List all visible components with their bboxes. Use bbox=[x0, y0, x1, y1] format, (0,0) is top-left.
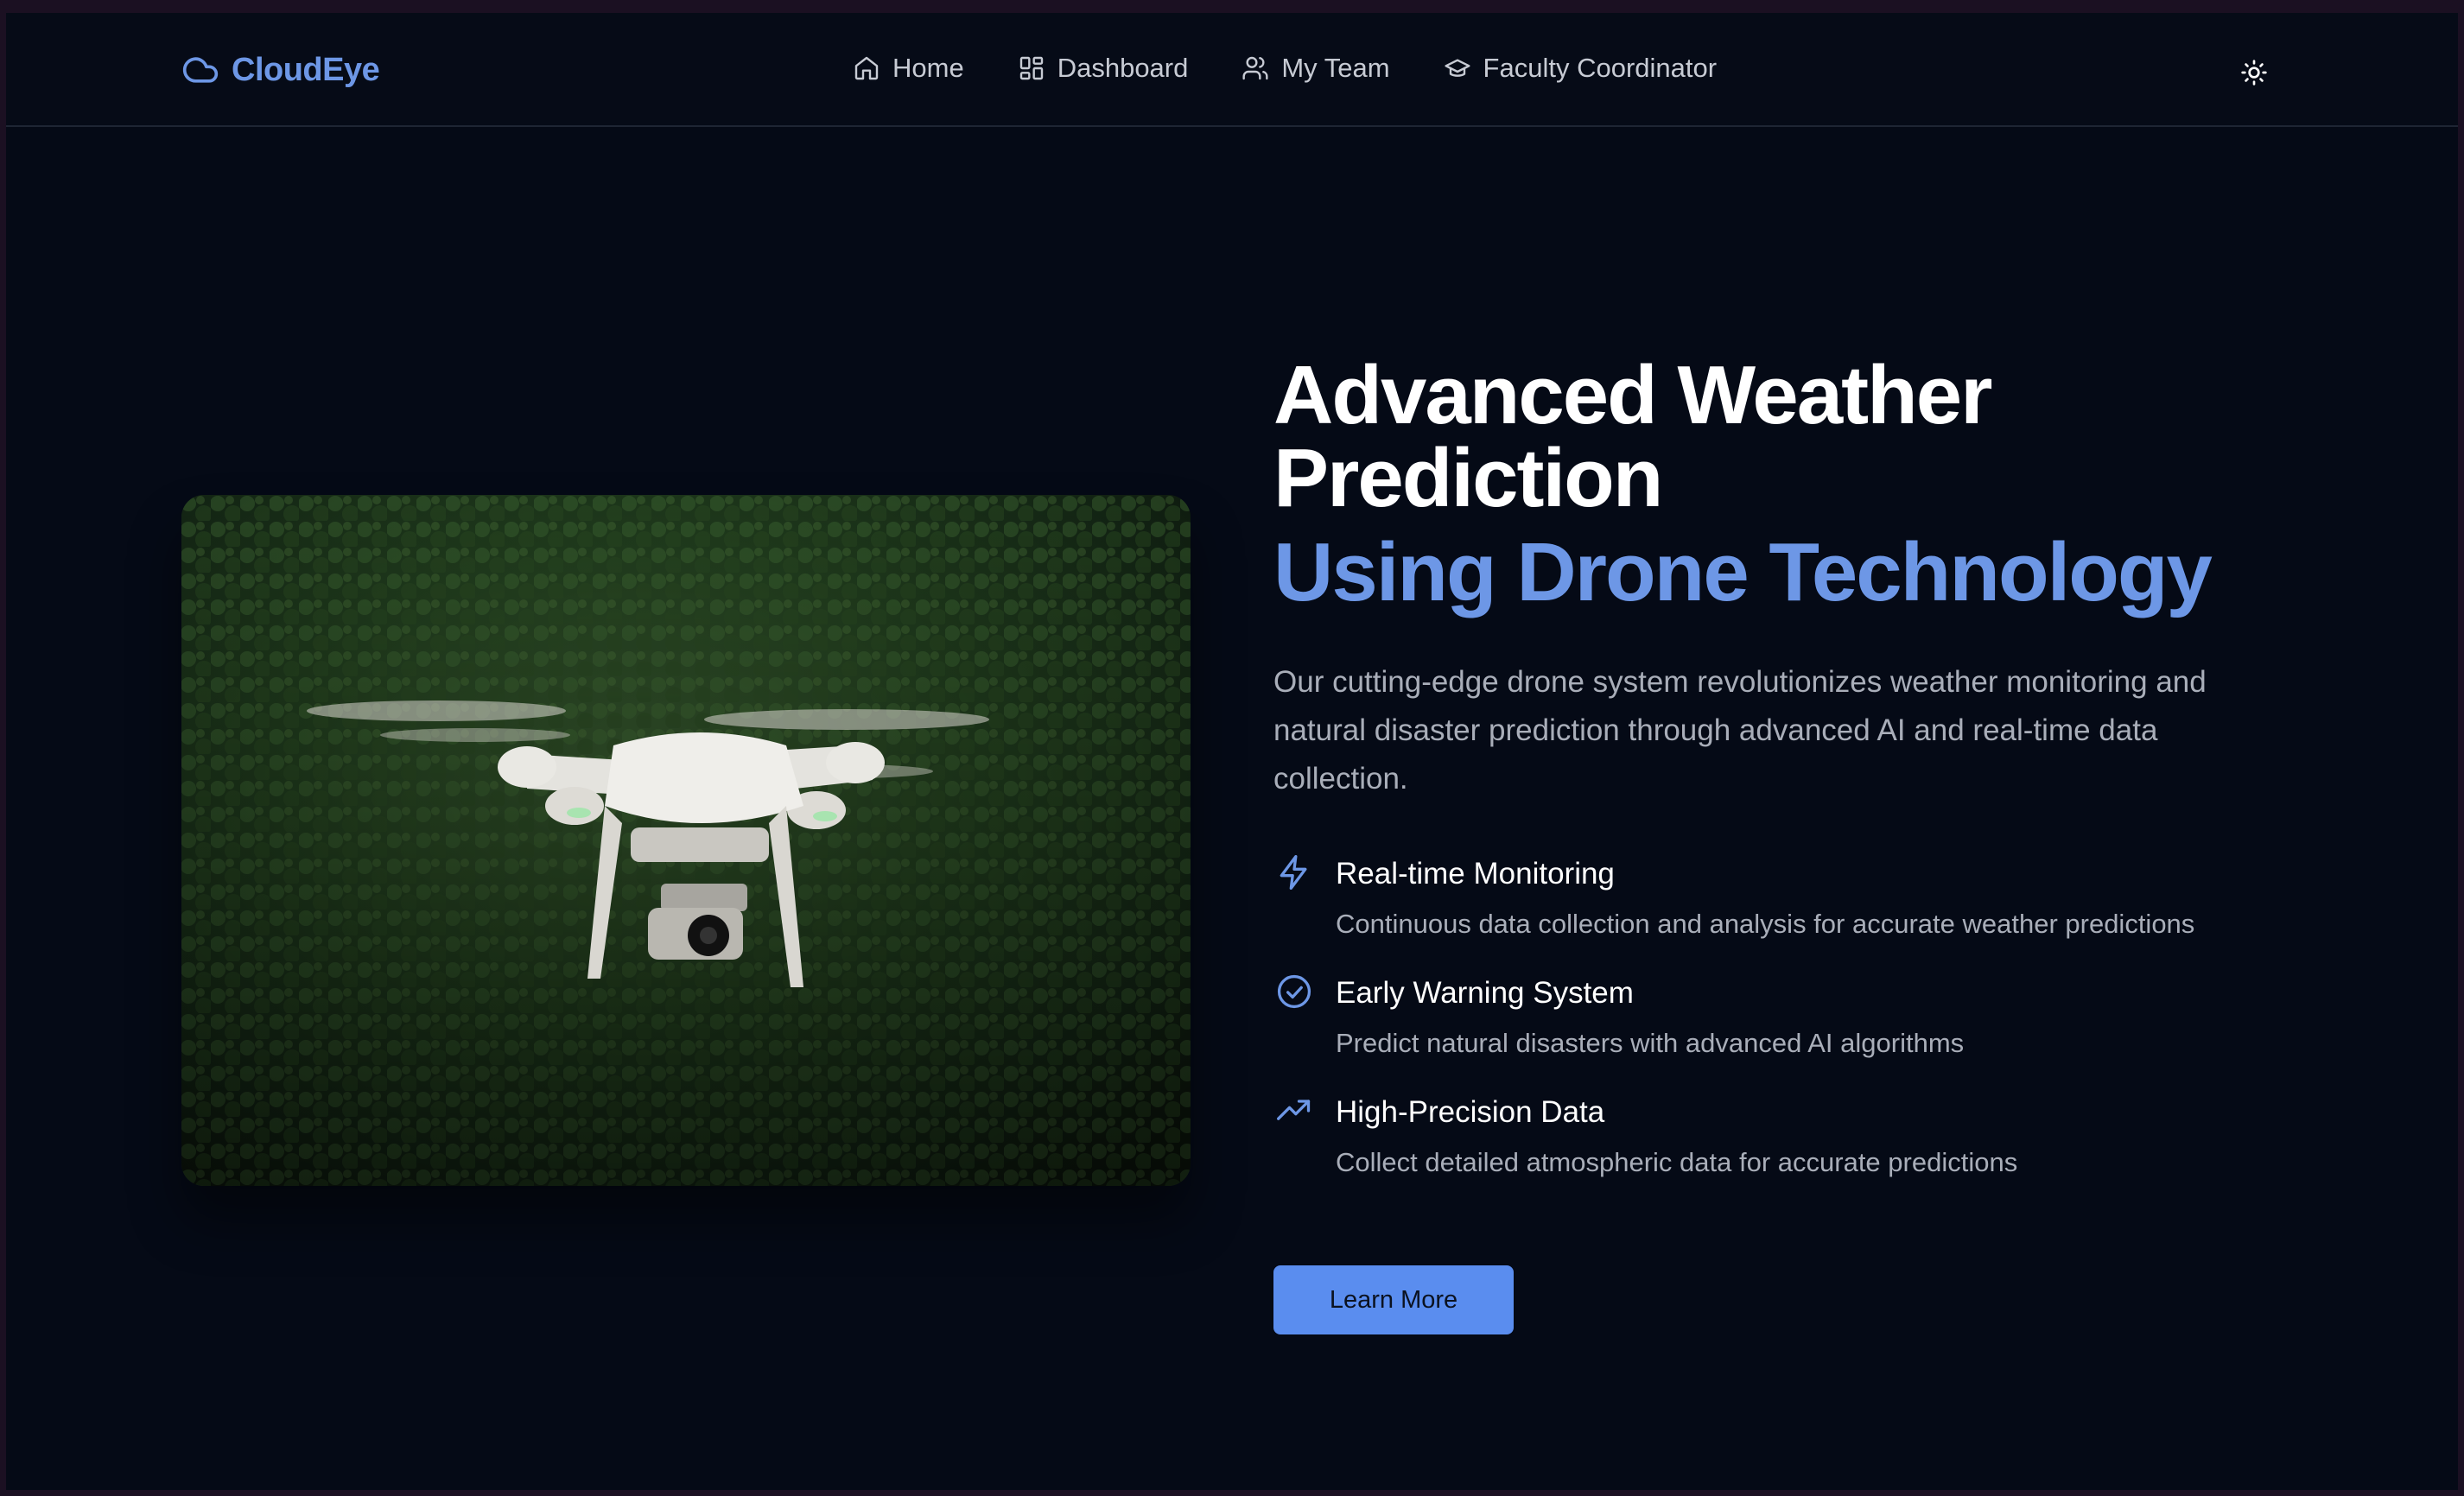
theme-toggle-button[interactable] bbox=[2237, 55, 2271, 90]
cloud-icon bbox=[182, 57, 219, 83]
users-icon bbox=[1242, 56, 1268, 80]
feature-title: Early Warning System bbox=[1336, 976, 1634, 1010]
sun-icon bbox=[2241, 60, 2267, 86]
nav-item-my-team[interactable]: My Team bbox=[1242, 53, 1390, 84]
feature-title: High-Precision Data bbox=[1336, 1095, 1605, 1129]
feature-item-early-warning-system: Early Warning System Predict natural dis… bbox=[1273, 974, 2310, 1061]
hero-content: Advanced Weather Prediction Using Drone … bbox=[1273, 354, 2310, 1213]
brand-logo[interactable]: CloudEye bbox=[181, 51, 380, 89]
brand-name: CloudEye bbox=[232, 51, 380, 88]
nav-item-dashboard[interactable]: Dashboard bbox=[1018, 53, 1189, 84]
nav-item-label: Faculty Coordinator bbox=[1483, 53, 1718, 83]
zap-icon bbox=[1275, 853, 1313, 891]
nav-item-label: Home bbox=[892, 53, 964, 83]
check-circle-icon bbox=[1275, 973, 1313, 1011]
learn-more-button[interactable]: Learn More bbox=[1273, 1265, 1514, 1334]
hero-title-accent: Using Drone Technology bbox=[1273, 526, 2213, 618]
nav-item-home[interactable]: Home bbox=[853, 53, 964, 84]
feature-list: Real-time Monitoring Continuous data col… bbox=[1273, 855, 2310, 1180]
nav-item-label: My Team bbox=[1281, 53, 1390, 83]
hero-title: Advanced Weather Prediction bbox=[1273, 349, 1993, 524]
hero-drone-image bbox=[181, 495, 1191, 1186]
graduation-cap-icon bbox=[1445, 59, 1470, 77]
app-frame: CloudEye Home Dashboard My Team Faculty … bbox=[6, 13, 2458, 1490]
hero-description: Our cutting-edge drone system revolution… bbox=[1273, 665, 2207, 796]
trending-up-icon bbox=[1275, 1092, 1313, 1130]
feature-item-high-precision-data: High-Precision Data Collect detailed atm… bbox=[1273, 1093, 2310, 1180]
feature-title: Real-time Monitoring bbox=[1336, 857, 1615, 891]
feature-description: Collect detailed atmospheric data for ac… bbox=[1336, 1147, 2018, 1177]
dashboard-grid-icon bbox=[1019, 56, 1043, 80]
nav-item-label: Dashboard bbox=[1057, 53, 1189, 83]
navbar: CloudEye Home Dashboard My Team Faculty … bbox=[6, 13, 2458, 127]
feature-description: Predict natural disasters with advanced … bbox=[1336, 1028, 1965, 1058]
nav-item-faculty-coordinator[interactable]: Faculty Coordinator bbox=[1444, 53, 1718, 84]
feature-item-real-time-monitoring: Real-time Monitoring Continuous data col… bbox=[1273, 855, 2310, 941]
drone-illustration bbox=[181, 495, 1191, 1186]
feature-description: Continuous data collection and analysis … bbox=[1336, 909, 2195, 939]
home-icon bbox=[854, 56, 879, 80]
main-nav: Home Dashboard My Team Faculty Coordinat… bbox=[853, 53, 1717, 84]
